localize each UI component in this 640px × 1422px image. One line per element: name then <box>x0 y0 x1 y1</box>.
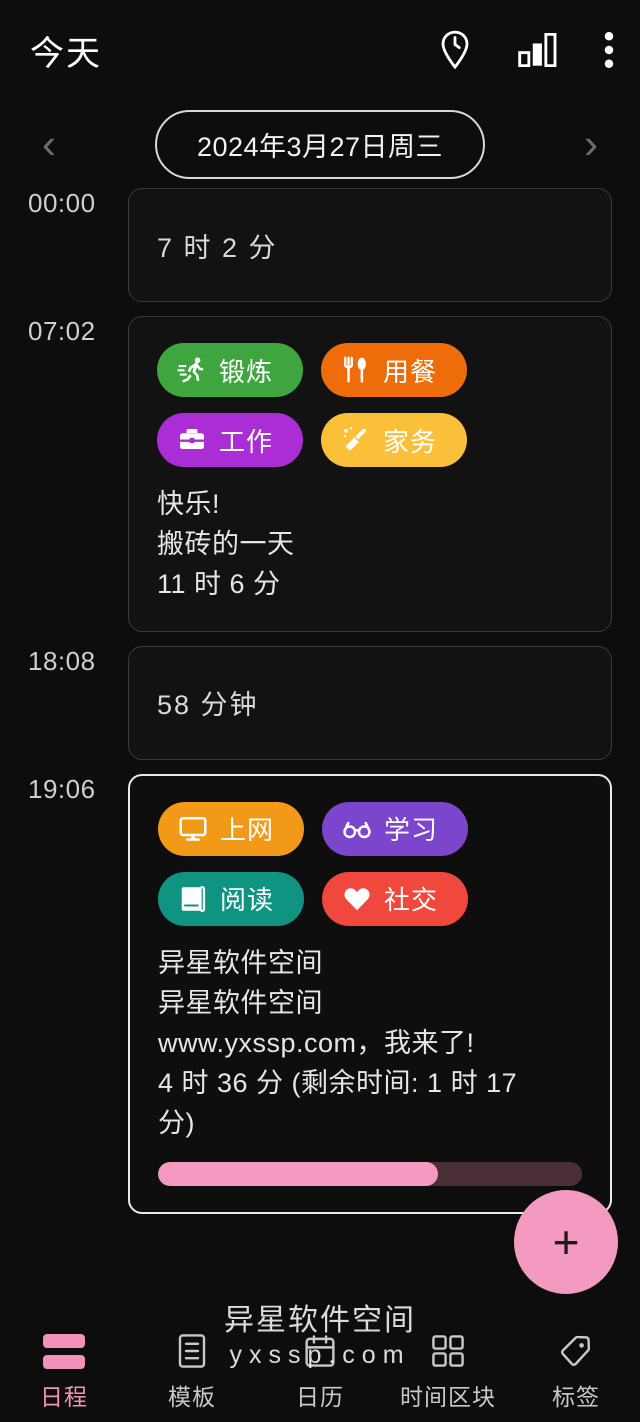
app-root: 今天 ‹ 2024年3月27日周三 › 00:00 7 时 2 分 07:02 … <box>0 0 640 1422</box>
row-gap <box>0 302 640 316</box>
current-date-pill[interactable]: 2024年3月27日周三 <box>154 109 486 179</box>
add-entry-button[interactable]: + <box>514 1190 618 1294</box>
calendar-icon <box>304 1332 336 1370</box>
tag-chip-label: 上网 <box>220 815 275 846</box>
idle-gap-card[interactable]: 58 分钟 <box>128 645 612 760</box>
page-title: 今天 <box>30 34 102 73</box>
template-icon <box>177 1332 207 1370</box>
nav-item-template[interactable]: 模板 <box>128 1332 256 1412</box>
header-icon-group <box>438 30 614 70</box>
event-line: 快乐! <box>157 489 221 519</box>
tag-chip-label: 家务 <box>383 426 438 457</box>
tag-chip-label: 用餐 <box>383 356 438 387</box>
tag-chip-exercise[interactable]: 锻炼 <box>157 343 303 397</box>
event-title: 异星软件空间 <box>158 947 323 978</box>
timeline-time-label: 00:00 <box>28 188 96 218</box>
nav-item-time-block[interactable]: 时间区块 <box>384 1332 512 1412</box>
event-text-block: 快乐! 搬砖的一天 11 时 6 分 <box>157 485 583 605</box>
tag-chip-label: 锻炼 <box>219 356 274 387</box>
tag-chip-internet[interactable]: 上网 <box>158 801 304 856</box>
bottom-navigation: 日程 模板 日历 时间区块 标签 <box>0 1322 640 1422</box>
tag-chip-work[interactable]: 工作 <box>157 413 303 467</box>
heart-icon <box>342 884 372 914</box>
tag-chip-social[interactable]: 社交 <box>322 871 468 926</box>
tag-chip-group: 锻炼 用餐 工作 家务 <box>157 343 583 467</box>
event-duration: 4 时 36 分 (剩余时间: 1 时 17 分) <box>158 1067 518 1138</box>
nav-label: 时间区块 <box>400 1384 496 1410</box>
monitor-icon <box>178 814 208 844</box>
progress-bar <box>158 1161 582 1186</box>
idle-gap-card[interactable]: 7 时 2 分 <box>128 188 612 302</box>
stats-bar-icon[interactable] <box>518 33 558 67</box>
book-icon <box>178 884 208 914</box>
nav-item-tag[interactable]: 标签 <box>512 1332 640 1412</box>
timeline-row: 00:00 7 时 2 分 <box>0 188 640 302</box>
glasses-icon <box>342 814 372 844</box>
idle-duration-text: 7 时 2 分 <box>157 232 278 263</box>
run-icon <box>177 355 207 385</box>
date-navigation: ‹ 2024年3月27日周三 › <box>0 100 640 188</box>
nav-label: 日程 <box>40 1384 88 1410</box>
tag-chip-meal[interactable]: 用餐 <box>321 343 467 397</box>
event-text-block: 异星软件空间 异星软件空间 www.yxssp.com，我来了! 4 时 36 … <box>158 944 582 1144</box>
event-duration: 11 时 6 分 <box>157 568 281 599</box>
row-gap <box>0 760 640 774</box>
timeline-row: 19:06 上网 学习 阅读 社交 异星软件空间 异星软件空间 www.yxss… <box>0 773 640 1214</box>
timeline-time-label: 19:06 <box>28 773 96 804</box>
next-day-button[interactable]: › <box>576 123 606 165</box>
overflow-menu-icon[interactable] <box>604 31 614 69</box>
nav-item-schedule[interactable]: 日程 <box>0 1332 128 1412</box>
app-header: 今天 <box>0 0 640 100</box>
event-subtitle: 异星软件空间 <box>158 987 323 1018</box>
broom-icon <box>341 425 371 455</box>
timeline-row: 18:08 58 分钟 <box>0 645 640 760</box>
idle-duration-text: 58 分钟 <box>157 690 259 721</box>
nav-label: 日历 <box>296 1384 344 1410</box>
nav-label: 模板 <box>168 1384 216 1410</box>
timeline-row: 07:02 锻炼 用餐 工作 家务 快乐! 搬砖的一天 11 时 6 分 <box>0 316 640 632</box>
tag-chip-label: 阅读 <box>220 885 275 916</box>
briefcase-icon <box>177 425 207 455</box>
tag-chip-study[interactable]: 学习 <box>322 801 468 856</box>
nav-item-calendar[interactable]: 日历 <box>256 1332 384 1412</box>
cutlery-icon <box>341 355 371 385</box>
prev-day-button[interactable]: ‹ <box>34 123 64 165</box>
schedule-icon <box>43 1332 85 1370</box>
time-block-icon <box>431 1332 465 1370</box>
tag-chip-label: 工作 <box>219 426 274 457</box>
event-note: www.yxssp.com，我来了! <box>158 1027 475 1058</box>
tag-chip-label: 社交 <box>384 885 439 916</box>
tag-chip-label: 学习 <box>384 815 439 846</box>
tag-chip-reading[interactable]: 阅读 <box>158 871 304 926</box>
nav-label: 标签 <box>552 1384 600 1410</box>
tag-chip-group: 上网 学习 阅读 社交 <box>158 801 582 926</box>
event-line: 搬砖的一天 <box>157 528 295 559</box>
timeline-list: 00:00 7 时 2 分 07:02 锻炼 用餐 工作 家务 快乐! 搬砖的一… <box>0 188 640 1214</box>
location-clock-icon[interactable] <box>438 30 472 70</box>
tag-icon <box>559 1332 593 1370</box>
event-card[interactable]: 锻炼 用餐 工作 家务 快乐! 搬砖的一天 11 时 6 分 <box>128 316 612 632</box>
timeline-time-label: 07:02 <box>28 316 96 346</box>
tag-chip-chores[interactable]: 家务 <box>321 413 467 467</box>
progress-bar-fill <box>158 1161 438 1186</box>
timeline-time-label: 18:08 <box>28 645 96 676</box>
active-event-card[interactable]: 上网 学习 阅读 社交 异星软件空间 异星软件空间 www.yxssp.com，… <box>128 773 612 1214</box>
row-gap <box>0 632 640 646</box>
